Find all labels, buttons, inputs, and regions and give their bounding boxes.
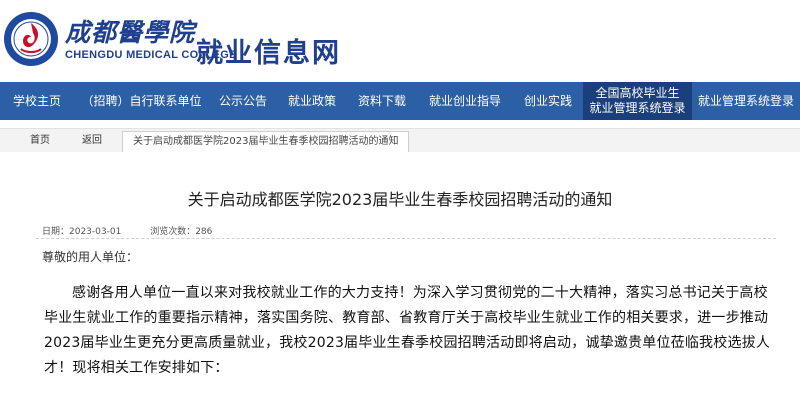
article-views: 浏览次数：286: [150, 227, 213, 237]
nav-entrepreneurship-practice[interactable]: 创业实践: [513, 82, 583, 120]
site-header: 成都醫學院 CHENGDU MEDICAL COLLEGE 就业信息网: [0, 0, 800, 82]
article-paragraph: 感谢各用人单位一直以来对我校就业工作的大力支持！为深入学习贯彻党的二十大精神，落…: [44, 285, 771, 376]
nav-announcements[interactable]: 公示公告: [209, 82, 277, 120]
breadcrumb-back[interactable]: 返回: [82, 129, 102, 153]
nav-national-employment-system[interactable]: 全国高校毕业生 就业管理系统登录: [583, 82, 692, 120]
nav-career-guidance[interactable]: 就业创业指导: [417, 82, 513, 120]
article: 关于启动成都医学院2023届毕业生春季校园招聘活动的通知 日期：2023-03-…: [0, 152, 800, 394]
breadcrumb: 首页 返回 关于启动成都医学院2023届毕业生春季校园招聘活动的通知: [0, 128, 800, 154]
article-title: 关于启动成都医学院2023届毕业生春季校园招聘活动的通知: [187, 190, 613, 209]
nav-downloads[interactable]: 资料下载: [347, 82, 417, 120]
nav-self-contact-units[interactable]: （招聘）自行联系单位: [74, 82, 209, 120]
nav-national-system-line2: 就业管理系统登录: [589, 101, 686, 115]
main-nav: 学校主页 （招聘）自行联系单位 公示公告 就业政策 资料下载 就业创业指导 创业…: [0, 82, 800, 120]
article-date: 日期：2023-03-01: [42, 227, 122, 237]
nav-employment-system-login[interactable]: 就业管理系统登录: [692, 82, 800, 120]
article-greeting: 尊敬的用人单位：: [42, 250, 139, 264]
nav-school-home[interactable]: 学校主页: [0, 82, 74, 120]
nav-national-system-line1: 全国高校毕业生: [595, 86, 680, 100]
breadcrumb-current: 关于启动成都医学院2023届毕业生春季校园招聘活动的通知: [122, 131, 410, 153]
site-title: 就业信息网: [196, 38, 341, 69]
article-divider: [36, 238, 776, 239]
nav-employment-policy[interactable]: 就业政策: [277, 82, 347, 120]
school-emblem-icon: [4, 12, 58, 66]
article-meta: 日期：2023-03-01 浏览次数：286: [42, 224, 238, 237]
breadcrumb-home[interactable]: 首页: [30, 129, 50, 153]
